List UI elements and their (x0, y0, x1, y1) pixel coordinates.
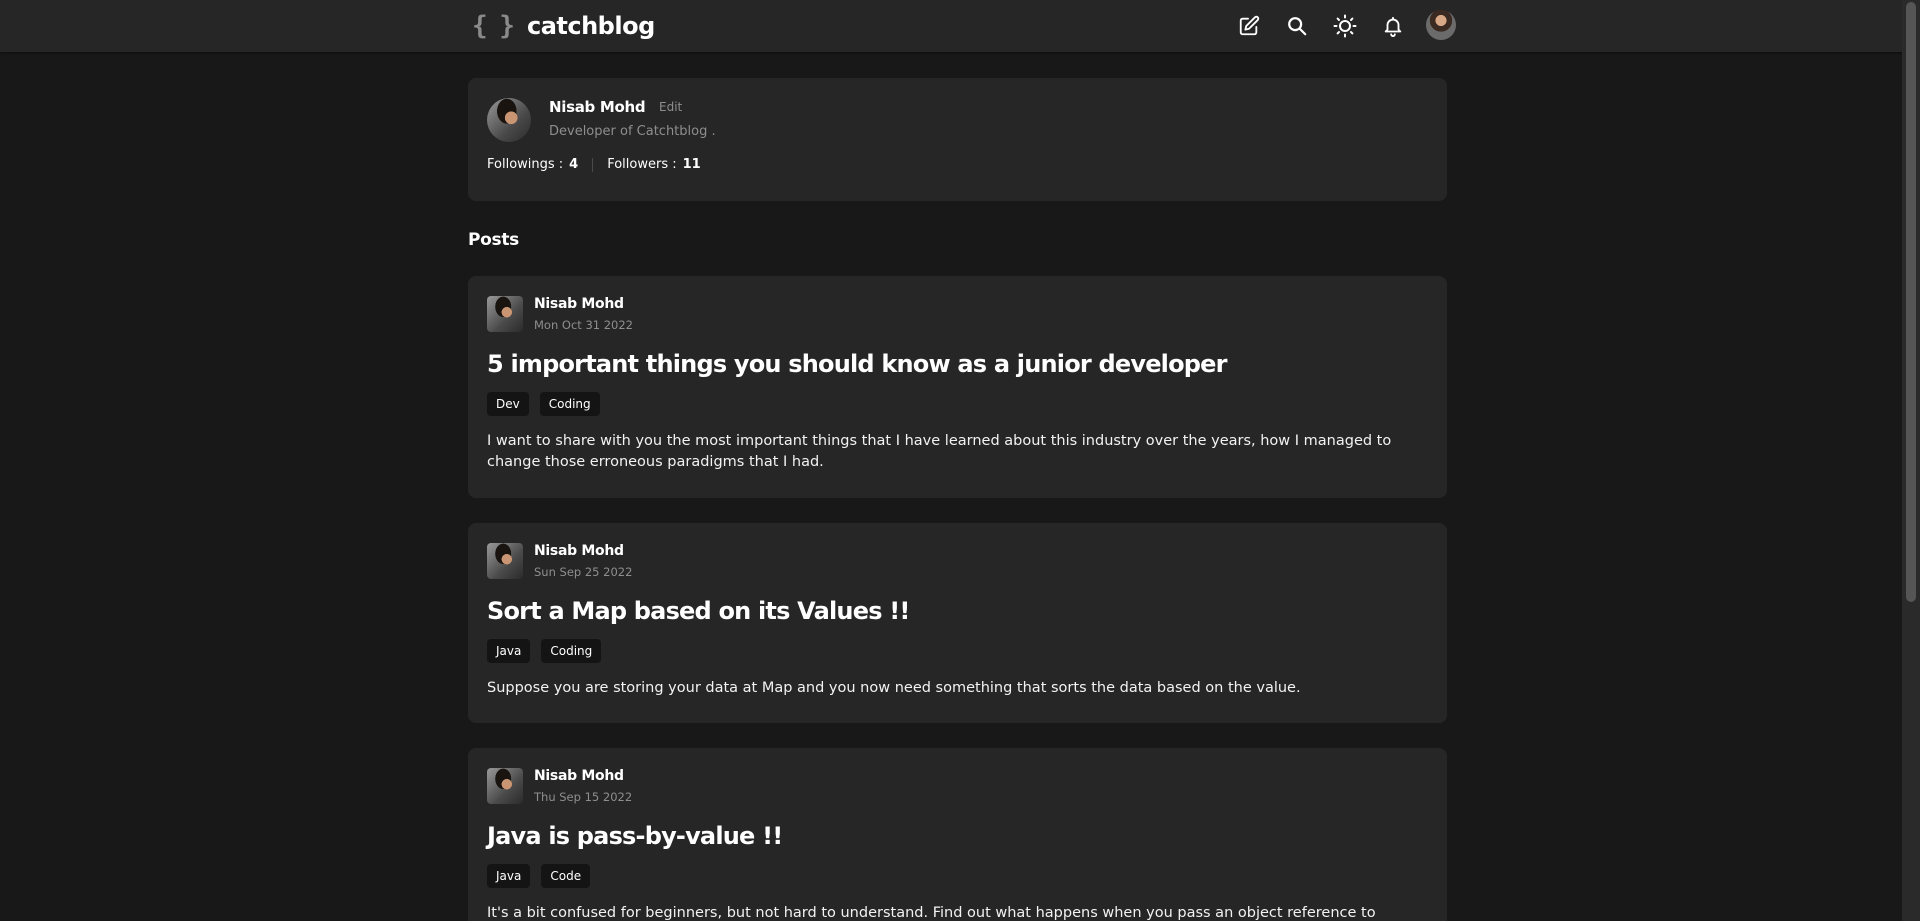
post-title[interactable]: 5 important things you should know as a … (487, 350, 1228, 378)
tag-badge[interactable]: Java (487, 639, 531, 663)
logo-text: catchblog (526, 12, 655, 40)
followings-label[interactable]: Followings : (487, 157, 563, 172)
tag-badge[interactable]: Coding (539, 392, 600, 416)
post-title[interactable]: Java is pass-by-value !! (487, 822, 783, 850)
post-date: Sun Sep 25 2022 (534, 565, 633, 579)
author-avatar[interactable] (487, 768, 523, 804)
post-author[interactable]: Nisab Mohd (534, 543, 624, 559)
post-excerpt: Suppose you are storing your data at Map… (487, 680, 1301, 696)
user-avatar[interactable] (1426, 10, 1456, 40)
followers-label[interactable]: Followers : (607, 157, 676, 172)
scrollbar-thumb[interactable] (1906, 2, 1916, 602)
post-card[interactable]: Nisab Mohd Mon Oct 31 2022 5 important t… (468, 276, 1447, 498)
search-icon[interactable] (1284, 13, 1310, 39)
followers-count: 11 (682, 157, 701, 172)
tag-badge[interactable]: Code (541, 864, 591, 888)
profile-avatar[interactable] (487, 98, 531, 142)
sun-icon[interactable] (1332, 13, 1358, 39)
profile-bio: Developer of Catchtblog . (549, 124, 716, 139)
tag-badge[interactable]: Java (487, 864, 531, 888)
profile-stats: Followings : 4 Followers : 11 (487, 157, 701, 172)
stats-divider (592, 157, 594, 172)
post-excerpt: I want to share with you the most import… (487, 433, 1392, 470)
followings-count: 4 (569, 157, 579, 172)
post-excerpt: It's a bit confused for beginners, but n… (487, 905, 1376, 921)
edit-icon[interactable] (1236, 13, 1262, 39)
post-tags: Java Code (487, 864, 601, 888)
post-card[interactable]: Nisab Mohd Thu Sep 15 2022 Java is pass-… (468, 748, 1447, 921)
post-date: Thu Sep 15 2022 (534, 790, 633, 804)
top-navbar: { } catchblog (0, 0, 1920, 52)
tag-badge[interactable]: Coding (541, 639, 602, 663)
author-avatar[interactable] (487, 543, 523, 579)
profile-name: Nisab Mohd (549, 98, 646, 116)
profile-card: Nisab Mohd Edit Developer of Catchtblog … (468, 78, 1447, 201)
author-avatar[interactable] (487, 296, 523, 332)
post-tags: Dev Coding (487, 392, 611, 416)
post-tags: Java Coding (487, 639, 612, 663)
bell-icon[interactable] (1380, 13, 1406, 39)
post-author[interactable]: Nisab Mohd (534, 296, 624, 312)
posts-heading: Posts (468, 230, 520, 250)
logo[interactable]: { } catchblog (472, 10, 655, 42)
nav-icons (1236, 10, 1456, 40)
post-author[interactable]: Nisab Mohd (534, 768, 624, 784)
tag-badge[interactable]: Dev (487, 392, 529, 416)
post-title[interactable]: Sort a Map based on its Values !! (487, 597, 910, 625)
scrollbar[interactable] (1902, 0, 1920, 921)
curly-braces-icon: { } (472, 11, 515, 41)
edit-profile-link[interactable]: Edit (659, 100, 682, 114)
post-card[interactable]: Nisab Mohd Sun Sep 25 2022 Sort a Map ba… (468, 523, 1447, 723)
post-date: Mon Oct 31 2022 (534, 318, 633, 332)
